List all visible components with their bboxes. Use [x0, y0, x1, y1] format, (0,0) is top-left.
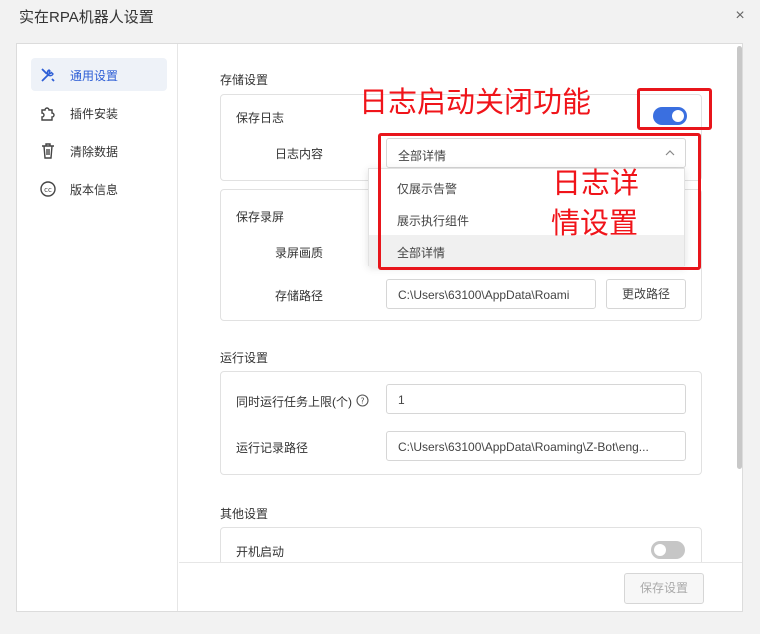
sidebar-item-label: 插件安装	[70, 107, 119, 121]
other-section-title: 其他设置	[220, 507, 269, 521]
other-settings-card: 开机启动	[220, 527, 702, 562]
svg-text:?: ?	[360, 397, 364, 406]
autostart-toggle[interactable]	[651, 541, 685, 559]
dropdown-annotation-line2: 情设置	[551, 206, 639, 240]
sidebar-item-label: 通用设置	[70, 69, 119, 83]
save-settings-button[interactable]: 保存设置	[624, 573, 704, 604]
max-tasks-value: 1	[398, 393, 405, 407]
dropdown-annotation-box	[378, 133, 701, 270]
toggle-knob	[654, 544, 666, 556]
save-screen-label: 保存录屏	[236, 210, 285, 224]
sidebar-item-label: 版本信息	[70, 183, 119, 197]
toggle-annotation-text: 日志启动关闭功能	[359, 85, 592, 119]
scrollbar[interactable]	[737, 46, 742, 469]
max-tasks-label: 同时运行任务上限(个)	[236, 395, 352, 409]
sidebar-item-clear-data[interactable]: 清除数据	[31, 134, 167, 167]
copyright-icon: cc	[40, 181, 56, 197]
run-section-title: 运行设置	[220, 351, 269, 365]
screen-quality-label: 录屏画质	[275, 246, 324, 260]
sidebar-item-version[interactable]: cc 版本信息	[31, 172, 167, 205]
close-button[interactable]: ×	[730, 6, 750, 26]
puzzle-icon	[41, 107, 55, 121]
storage-path-field[interactable]: C:\Users\63100\AppData\Roami	[386, 279, 596, 309]
title-bar: 实在RPA机器人设置 ×	[0, 0, 760, 32]
log-path-value: C:\Users\63100\AppData\Roaming\Z-Bot\eng…	[398, 440, 649, 454]
dropdown-annotation-line1: 日志详	[552, 166, 640, 200]
storage-path-value: C:\Users\63100\AppData\Roami	[398, 288, 570, 302]
change-path-button[interactable]: 更改路径	[606, 279, 686, 309]
help-icon[interactable]: ?	[356, 394, 369, 407]
tools-icon	[41, 68, 55, 82]
sidebar-item-label: 清除数据	[70, 145, 119, 159]
settings-panel: 通用设置 插件安装 清除数据 cc 版本信息 存储设置 保存日志 日志内容 全部…	[16, 43, 743, 612]
storage-path-label: 存储路径	[275, 289, 324, 303]
run-settings-card: 同时运行任务上限(个) ? 1 运行记录路径 C:\Users\63100\Ap…	[220, 371, 702, 475]
footer: 保存设置	[179, 562, 742, 611]
max-tasks-input[interactable]: 1	[386, 384, 686, 414]
log-path-field[interactable]: C:\Users\63100\AppData\Roaming\Z-Bot\eng…	[386, 431, 686, 461]
autostart-label: 开机启动	[236, 545, 285, 559]
toggle-annotation-box	[637, 88, 712, 130]
window-title: 实在RPA机器人设置	[19, 9, 154, 26]
log-path-label: 运行记录路径	[236, 441, 309, 455]
save-log-label: 保存日志	[236, 111, 285, 125]
sidebar-item-general[interactable]: 通用设置	[31, 58, 167, 91]
storage-section-title: 存储设置	[220, 73, 269, 87]
log-content-label: 日志内容	[275, 147, 324, 161]
sidebar: 通用设置 插件安装 清除数据 cc 版本信息	[17, 44, 178, 611]
sidebar-item-plugins[interactable]: 插件安装	[31, 96, 167, 129]
trash-icon	[42, 143, 54, 159]
svg-text:cc: cc	[44, 186, 52, 194]
